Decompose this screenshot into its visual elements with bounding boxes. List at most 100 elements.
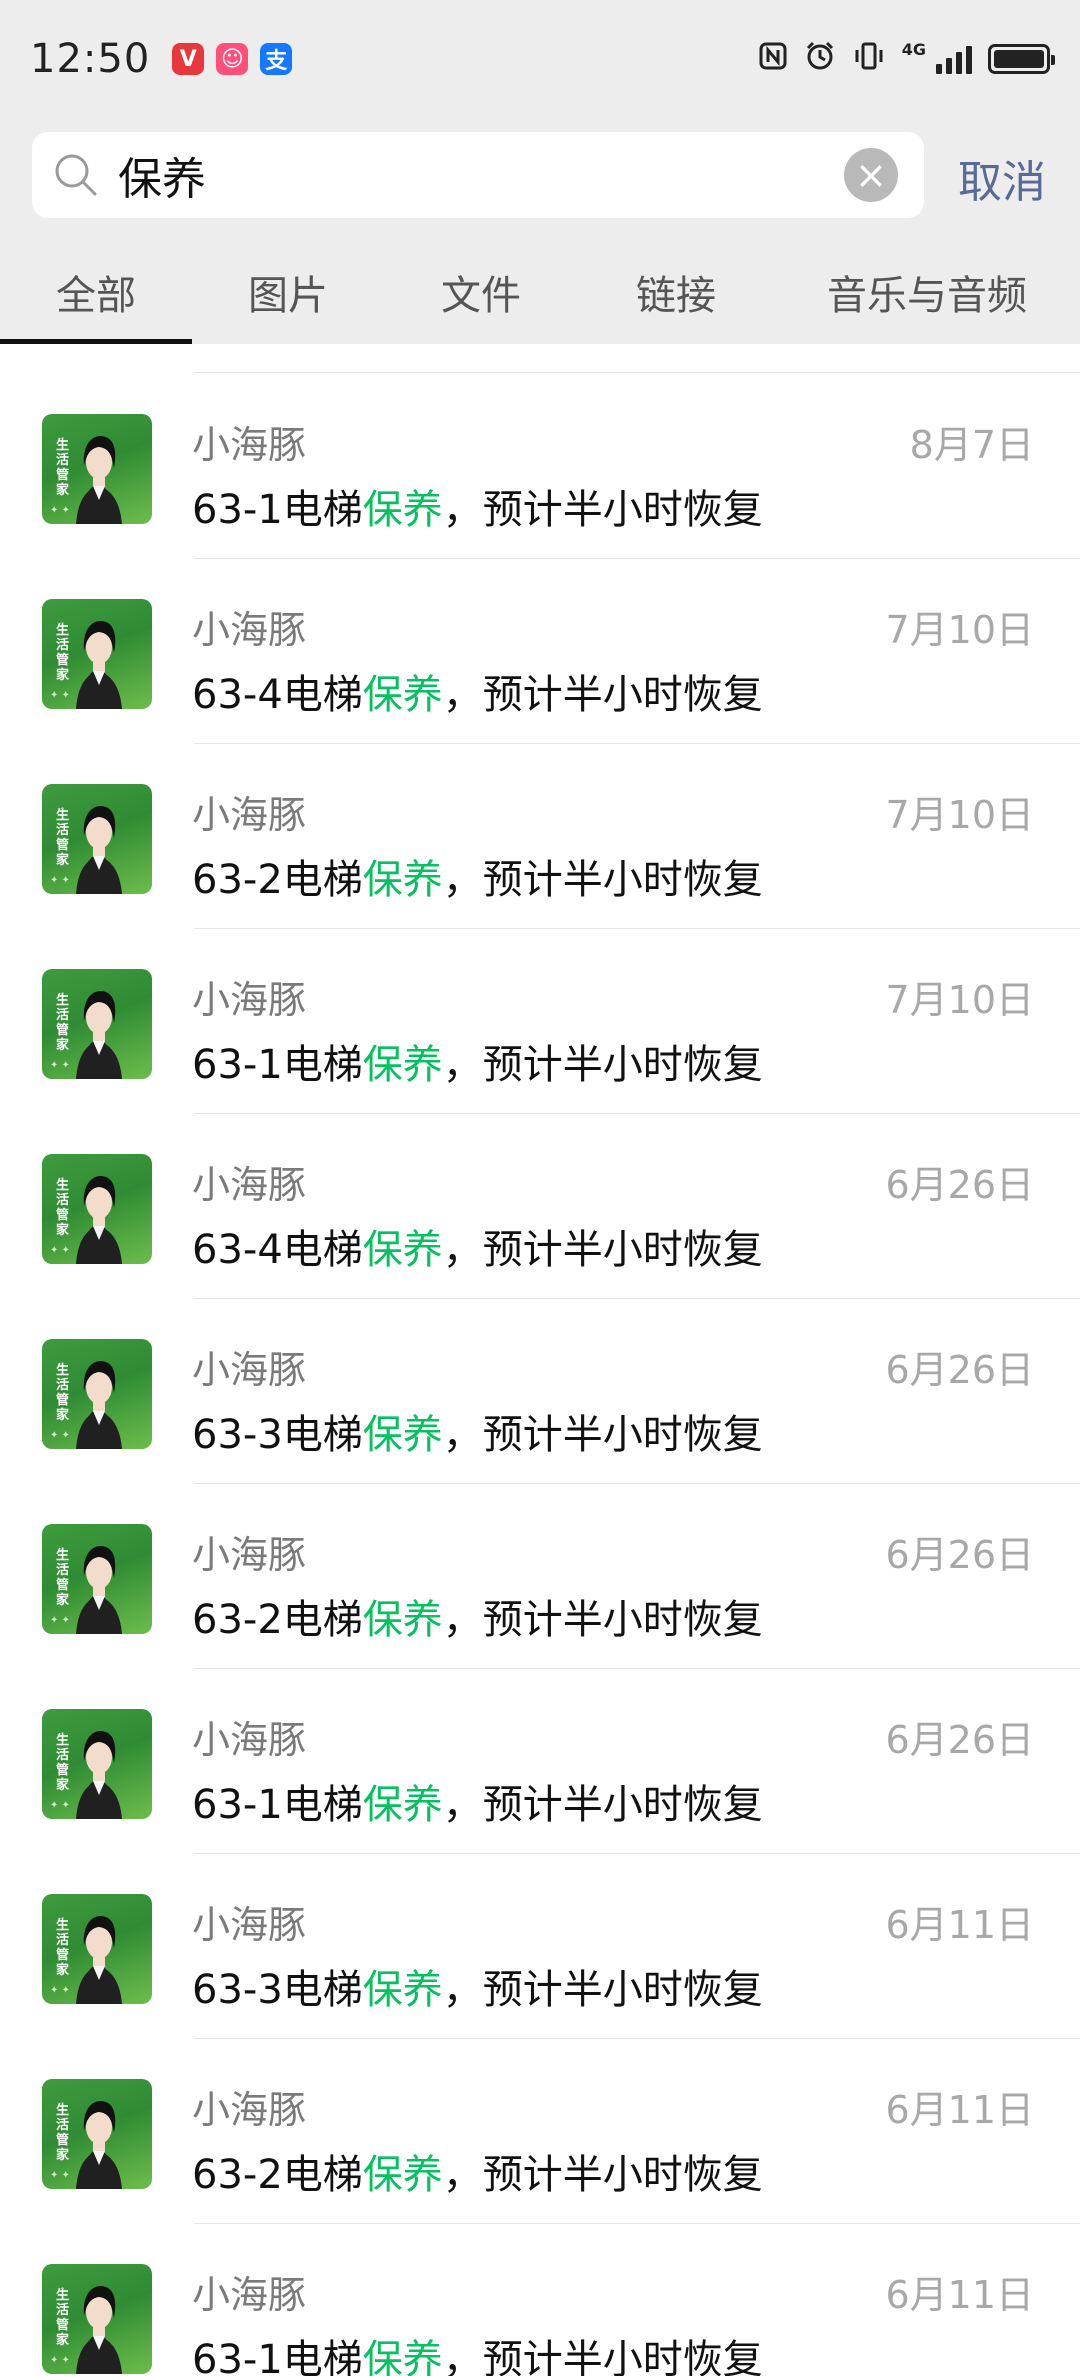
tab-links[interactable]: 链接 bbox=[578, 240, 774, 344]
sender-name: 小海豚 bbox=[192, 608, 307, 652]
message-prefix: 63-4电梯 bbox=[192, 1227, 363, 1273]
avatar: 生活管家 ✦ ✦ bbox=[42, 784, 152, 894]
result-item[interactable]: 生活管家 ✦ ✦ 小海豚 6月11日 63-3电梯保养，预计半小时恢复 bbox=[0, 1854, 1080, 2039]
message-snippet: 63-4电梯保养，预计半小时恢复 bbox=[192, 662, 763, 720]
result-item[interactable]: 生活管家 ✦ ✦ 小海豚 6月26日 63-4电梯保养，预计半小时恢复 bbox=[0, 1114, 1080, 1299]
message-date: 7月10日 bbox=[885, 608, 1034, 652]
sparkle-icon: ✦ ✦ bbox=[50, 1245, 70, 1256]
sparkle-icon: ✦ ✦ bbox=[50, 1615, 70, 1626]
sender-name: 小海豚 bbox=[192, 1903, 307, 1947]
result-item[interactable]: 生活管家 ✦ ✦ 小海豚 7月10日 63-1电梯保养，预计半小时恢复 bbox=[0, 929, 1080, 1114]
message-suffix: ，预计半小时恢复 bbox=[442, 1597, 763, 1643]
status-time: 12:50 bbox=[30, 36, 151, 82]
signal-icon bbox=[936, 44, 972, 74]
result-item[interactable]: 生活管家 ✦ ✦ 小海豚 6月11日 63-2电梯保养，预计半小时恢复 bbox=[0, 2039, 1080, 2224]
sender-name: 小海豚 bbox=[192, 1163, 307, 1207]
search-box[interactable]: × bbox=[32, 132, 924, 218]
message-prefix: 63-4电梯 bbox=[192, 672, 363, 718]
message-snippet: 63-4电梯保养，预计半小时恢复 bbox=[192, 1217, 763, 1275]
result-item[interactable]: 生活管家 ✦ ✦ 小海豚 8月7日 63-1电梯保养，预计半小时恢复 bbox=[0, 374, 1080, 559]
message-suffix: ，预计半小时恢复 bbox=[442, 1782, 763, 1828]
nfc-icon bbox=[758, 41, 788, 77]
message-date: 7月10日 bbox=[885, 978, 1034, 1022]
avatar-label: 生活管家 bbox=[56, 1178, 70, 1238]
message-suffix: ，预计半小时恢复 bbox=[442, 1042, 763, 1088]
message-suffix: ，预计半小时恢复 bbox=[442, 487, 763, 533]
tab-music-audio[interactable]: 音乐与音频 bbox=[774, 240, 1080, 344]
keyword-highlight: 保养 bbox=[362, 1412, 443, 1458]
message-snippet: 63-3电梯保养，预计半小时恢复 bbox=[192, 1402, 763, 1460]
divider bbox=[194, 372, 1080, 373]
message-date: 6月11日 bbox=[885, 1903, 1034, 1947]
message-date: 6月11日 bbox=[885, 2273, 1034, 2317]
tab-images[interactable]: 图片 bbox=[192, 240, 384, 344]
message-date: 7月10日 bbox=[885, 793, 1034, 837]
avatar-label: 生活管家 bbox=[56, 2288, 70, 2348]
message-prefix: 63-2电梯 bbox=[192, 1597, 363, 1643]
avatar: 生活管家 ✦ ✦ bbox=[42, 1524, 152, 1634]
tab-files[interactable]: 文件 bbox=[384, 240, 578, 344]
avatar: 生活管家 ✦ ✦ bbox=[42, 414, 152, 524]
message-suffix: ，预计半小时恢复 bbox=[442, 857, 763, 903]
message-snippet: 63-2电梯保养，预计半小时恢复 bbox=[192, 2142, 763, 2200]
sparkle-icon: ✦ ✦ bbox=[50, 1430, 70, 1441]
cartoon-app-icon: ☺ bbox=[216, 43, 249, 75]
sender-name: 小海豚 bbox=[192, 793, 307, 837]
sender-name: 小海豚 bbox=[192, 1348, 307, 1392]
alarm-icon bbox=[804, 40, 836, 78]
status-bar: 12:50 V ☺ 支 4G bbox=[0, 0, 1080, 118]
result-item[interactable]: 生活管家 ✦ ✦ 小海豚 7月10日 63-4电梯保养，预计半小时恢复 bbox=[0, 559, 1080, 744]
sparkle-icon: ✦ ✦ bbox=[50, 1800, 70, 1811]
avatar: 生活管家 ✦ ✦ bbox=[42, 2079, 152, 2189]
cancel-button[interactable]: 取消 bbox=[958, 146, 1046, 210]
result-item[interactable]: 生活管家 ✦ ✦ 小海豚 6月26日 63-2电梯保养，预计半小时恢复 bbox=[0, 1484, 1080, 1669]
message-suffix: ，预计半小时恢复 bbox=[442, 1227, 763, 1273]
sparkle-icon: ✦ ✦ bbox=[50, 505, 70, 516]
message-snippet: 63-1电梯保养，预计半小时恢复 bbox=[192, 477, 763, 535]
tab-all[interactable]: 全部 bbox=[0, 240, 192, 344]
avatar-label: 生活管家 bbox=[56, 623, 70, 683]
message-snippet: 63-3电梯保养，预计半小时恢复 bbox=[192, 1957, 763, 2015]
avatar-label: 生活管家 bbox=[56, 1733, 70, 1793]
avatar-label: 生活管家 bbox=[56, 1918, 70, 1978]
sparkle-icon: ✦ ✦ bbox=[50, 1985, 70, 1996]
avatar-label: 生活管家 bbox=[56, 1363, 70, 1423]
keyword-highlight: 保养 bbox=[362, 2337, 443, 2376]
clear-search-icon[interactable]: × bbox=[844, 148, 898, 202]
message-prefix: 63-3电梯 bbox=[192, 1967, 363, 2013]
message-prefix: 63-1电梯 bbox=[192, 1042, 363, 1088]
message-snippet: 63-2电梯保养，预计半小时恢复 bbox=[192, 1587, 763, 1645]
sparkle-icon: ✦ ✦ bbox=[50, 2355, 70, 2366]
result-item[interactable]: 生活管家 ✦ ✦ 小海豚 6月11日 63-1电梯保养，预计半小时恢复 bbox=[0, 2224, 1080, 2376]
message-snippet: 63-1电梯保养，预计半小时恢复 bbox=[192, 1772, 763, 1830]
keyword-highlight: 保养 bbox=[362, 1227, 443, 1273]
message-snippet: 63-1电梯保养，预计半小时恢复 bbox=[192, 1032, 763, 1090]
search-header: × 取消 bbox=[0, 118, 1080, 240]
avatar: 生活管家 ✦ ✦ bbox=[42, 1154, 152, 1264]
status-left: 12:50 V ☺ 支 bbox=[30, 36, 293, 82]
message-suffix: ，预计半小时恢复 bbox=[442, 1967, 763, 2013]
result-item[interactable]: 生活管家 ✦ ✦ 小海豚 6月26日 63-3电梯保养，预计半小时恢复 bbox=[0, 1299, 1080, 1484]
avatar: 生活管家 ✦ ✦ bbox=[42, 1894, 152, 2004]
avatar: 生活管家 ✦ ✦ bbox=[42, 1339, 152, 1449]
status-right: 4G bbox=[758, 40, 1055, 78]
avatar: 生活管家 ✦ ✦ bbox=[42, 1709, 152, 1819]
message-prefix: 63-3电梯 bbox=[192, 1412, 363, 1458]
vibrate-icon bbox=[852, 41, 886, 77]
message-suffix: ，预计半小时恢复 bbox=[442, 2152, 763, 2198]
result-item[interactable]: 生活管家 ✦ ✦ 小海豚 7月10日 63-2电梯保养，预计半小时恢复 bbox=[0, 744, 1080, 929]
message-suffix: ，预计半小时恢复 bbox=[442, 672, 763, 718]
avatar: 生活管家 ✦ ✦ bbox=[42, 2264, 152, 2374]
vip-app-icon: V bbox=[172, 43, 205, 75]
filter-tabs: 全部 图片 文件 链接 音乐与音频 bbox=[0, 240, 1080, 344]
avatar-label: 生活管家 bbox=[56, 1548, 70, 1608]
result-item[interactable]: 生活管家 ✦ ✦ 小海豚 6月26日 63-1电梯保养，预计半小时恢复 bbox=[0, 1669, 1080, 1854]
message-prefix: 63-2电梯 bbox=[192, 857, 363, 903]
message-prefix: 63-1电梯 bbox=[192, 487, 363, 533]
keyword-highlight: 保养 bbox=[362, 857, 443, 903]
message-date: 6月26日 bbox=[885, 1348, 1034, 1392]
message-date: 6月11日 bbox=[885, 2088, 1034, 2132]
alipay-icon: 支 bbox=[260, 43, 293, 75]
search-input[interactable] bbox=[118, 132, 838, 218]
network-type: 4G bbox=[901, 40, 926, 59]
